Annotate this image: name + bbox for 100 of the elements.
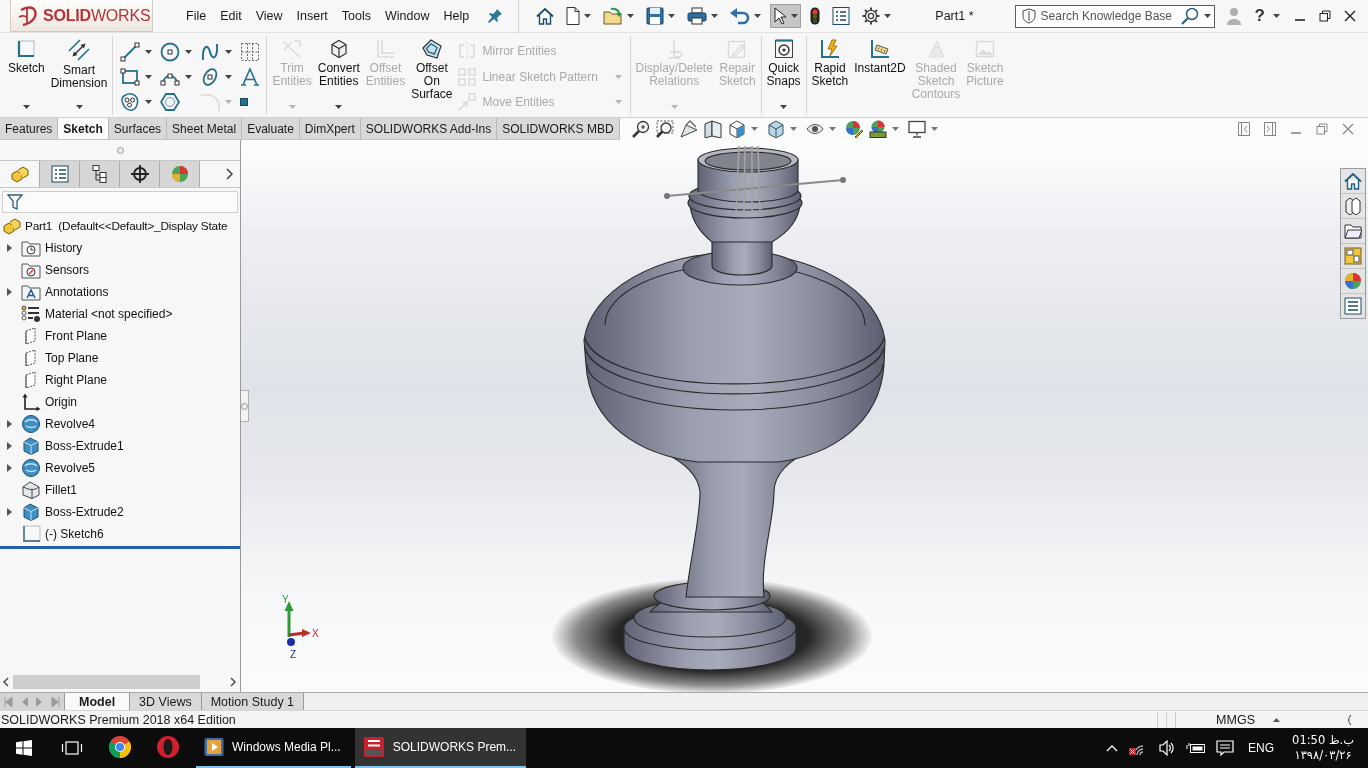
caret-up-icon[interactable] — [1273, 717, 1280, 722]
parts-library-icon[interactable] — [1344, 197, 1362, 215]
unit-system[interactable]: MMGS — [1216, 712, 1255, 727]
language-indicator[interactable]: ENG — [1248, 741, 1275, 755]
windows-logo-icon[interactable] — [16, 740, 32, 756]
tab[interactable]: 3D Views — [130, 693, 202, 710]
chevron-right-icon[interactable] — [226, 168, 234, 180]
restore-icon[interactable] — [1319, 10, 1331, 22]
tree-item[interactable]: Part1 (Default<<Default>_Display State — [25, 219, 228, 233]
tree-item[interactable]: (-) Sketch6 — [45, 527, 104, 541]
tree-item[interactable]: Material <not specified> — [45, 307, 173, 321]
zoom-area-icon[interactable] — [655, 120, 674, 138]
tree-item[interactable]: Right Plane — [45, 373, 108, 387]
panel-right-icon[interactable] — [1264, 122, 1276, 136]
tree-item[interactable]: Front Plane — [45, 329, 108, 343]
tree-item[interactable]: Boss-Extrude2 — [45, 505, 124, 519]
ribbon-button[interactable]: Rapid Sketch — [808, 36, 852, 115]
scrollbar-thumb[interactable] — [13, 675, 200, 689]
ribbon-button[interactable]: Convert Entities — [314, 36, 363, 115]
menu-item[interactable]: File — [179, 9, 214, 23]
tree-item[interactable]: Annotations — [45, 285, 109, 299]
caret-icon[interactable] — [1203, 14, 1211, 18]
battery-plug-icon[interactable] — [1186, 742, 1207, 754]
rectangle-icon — [120, 66, 141, 87]
tree-item[interactable]: Sensors — [45, 263, 90, 277]
menu-item[interactable]: Edit — [213, 9, 249, 23]
view-cube-icon[interactable] — [727, 120, 746, 138]
axis-label: Y — [282, 594, 289, 605]
filter-field[interactable] — [2, 191, 238, 213]
toolbar-button[interactable] — [770, 4, 802, 28]
caret-icon[interactable] — [789, 127, 797, 131]
revolve-feature-icon — [21, 459, 41, 477]
menu-item[interactable]: View — [248, 9, 290, 23]
clock-time[interactable]: 01:50 ب.ظ — [1292, 733, 1354, 748]
section-view-icon[interactable] — [703, 120, 722, 138]
expand-arrow-icon[interactable] — [6, 288, 12, 296]
chevron-up-icon[interactable] — [1106, 744, 1119, 752]
scroll-left-icon[interactable] — [3, 677, 9, 687]
expand-arrow-icon[interactable] — [6, 244, 12, 252]
folder-icon[interactable] — [1344, 222, 1362, 240]
speaker-icon[interactable] — [1158, 740, 1177, 756]
notification-icon[interactable] — [1216, 740, 1235, 756]
menu-item[interactable]: Window — [378, 9, 437, 23]
clock-date[interactable]: ۱۳۹۸/۰۳/۲۶ — [1294, 748, 1352, 763]
home-icon — [536, 7, 555, 25]
expand-arrow-icon[interactable] — [6, 442, 12, 450]
fillet-cube-icon — [21, 481, 41, 499]
caret-icon[interactable] — [930, 127, 938, 131]
ribbon-button[interactable]: Offset On Surface — [408, 36, 456, 115]
grip-dot-icon[interactable] — [116, 146, 124, 154]
taskbar-button[interactable]: Windows Media Pl... — [196, 728, 351, 768]
tab[interactable]: Sketch — [58, 118, 109, 139]
close-icon[interactable] — [1344, 10, 1356, 22]
tree-item[interactable]: Fillet1 — [45, 483, 77, 497]
menu-item[interactable]: Help — [436, 9, 477, 23]
square-grid-icon — [457, 67, 476, 86]
scroll-right-icon[interactable] — [230, 677, 236, 687]
scene-ball-icon[interactable] — [868, 120, 887, 138]
menu-item[interactable]: Tools — [334, 9, 379, 23]
view-palette-icon[interactable] — [1344, 247, 1362, 265]
color-ball-pencil-icon[interactable] — [844, 120, 863, 138]
tab[interactable]: Model — [65, 693, 131, 710]
panel-left-icon[interactable] — [1238, 122, 1250, 136]
menu-item[interactable]: Insert — [289, 9, 335, 23]
tree-item[interactable]: Top Plane — [45, 351, 99, 365]
expand-arrow-icon[interactable] — [6, 508, 12, 516]
task-view-icon[interactable] — [61, 741, 83, 755]
pencil-square-icon — [727, 39, 748, 59]
caret-icon[interactable] — [828, 127, 836, 131]
caret-icon[interactable] — [891, 127, 899, 131]
shaded-cube-icon[interactable] — [766, 120, 785, 138]
tree-item[interactable]: Boss-Extrude1 — [45, 439, 124, 453]
caret-icon[interactable] — [1273, 14, 1280, 18]
picture-icon — [975, 39, 996, 59]
monitor-icon[interactable] — [907, 120, 926, 138]
taskbar-button[interactable]: SOLIDWORKS Prem... — [354, 728, 527, 768]
ribbon-button[interactable]: Instant2D — [851, 36, 909, 115]
ribbon-button[interactable]: Quick Snaps — [763, 36, 804, 115]
tree-item[interactable]: Revolve5 — [45, 461, 96, 475]
ribbon-button[interactable]: Smart Dimension — [47, 36, 111, 115]
caret-icon[interactable] — [750, 127, 758, 131]
search-field[interactable]: Search Knowledge Base — [1014, 4, 1215, 28]
tree-item[interactable]: History — [45, 241, 83, 255]
pin-icon[interactable] — [488, 9, 503, 23]
zoom-fit-icon[interactable] — [631, 120, 650, 138]
splitter-handle[interactable] — [241, 390, 249, 422]
expand-arrow-icon[interactable] — [6, 420, 12, 428]
list-panel-icon[interactable] — [1344, 297, 1362, 315]
panel-tab[interactable] — [120, 161, 160, 187]
home-icon[interactable] — [1344, 172, 1362, 190]
color-ball-icon[interactable] — [1344, 272, 1362, 290]
previous-view-icon[interactable] — [679, 120, 698, 138]
panel-tab[interactable] — [80, 161, 120, 187]
tree-item[interactable]: Origin — [45, 395, 77, 409]
expand-arrow-icon[interactable] — [6, 464, 12, 472]
help-button[interactable]: ? — [1252, 6, 1267, 26]
tab[interactable]: Motion Study 1 — [201, 693, 305, 710]
tree-item[interactable]: Revolve4 — [45, 417, 96, 431]
search-icon[interactable] — [1180, 7, 1199, 25]
ribbon-button[interactable]: Sketch — [5, 36, 48, 115]
